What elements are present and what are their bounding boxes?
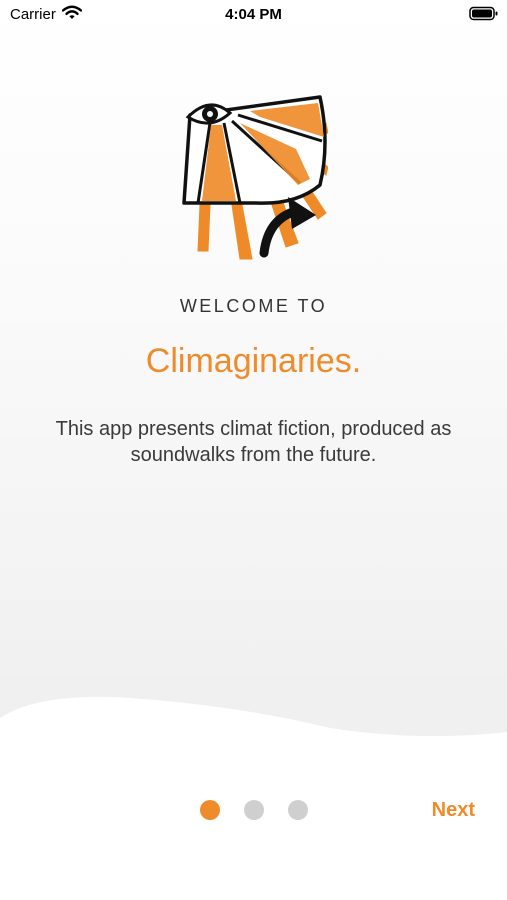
status-time: 4:04 PM <box>225 6 282 23</box>
onboarding-screen: Carrier 4:04 PM WELCOME TO Climaginaries… <box>0 0 507 900</box>
page-dot[interactable] <box>244 800 264 820</box>
eye-fan-logo-icon <box>180 93 329 261</box>
next-button[interactable]: Next <box>432 799 475 822</box>
page-dot[interactable] <box>288 800 308 820</box>
battery-icon <box>469 6 499 26</box>
wave-background <box>0 696 507 900</box>
status-bar: Carrier 4:04 PM <box>0 0 507 30</box>
app-title: Climaginaries. <box>145 342 362 380</box>
app-description: This app presents climat fiction, produc… <box>55 418 452 466</box>
welcome-label: WELCOME TO <box>179 296 328 316</box>
page-dot-active[interactable] <box>200 800 220 820</box>
